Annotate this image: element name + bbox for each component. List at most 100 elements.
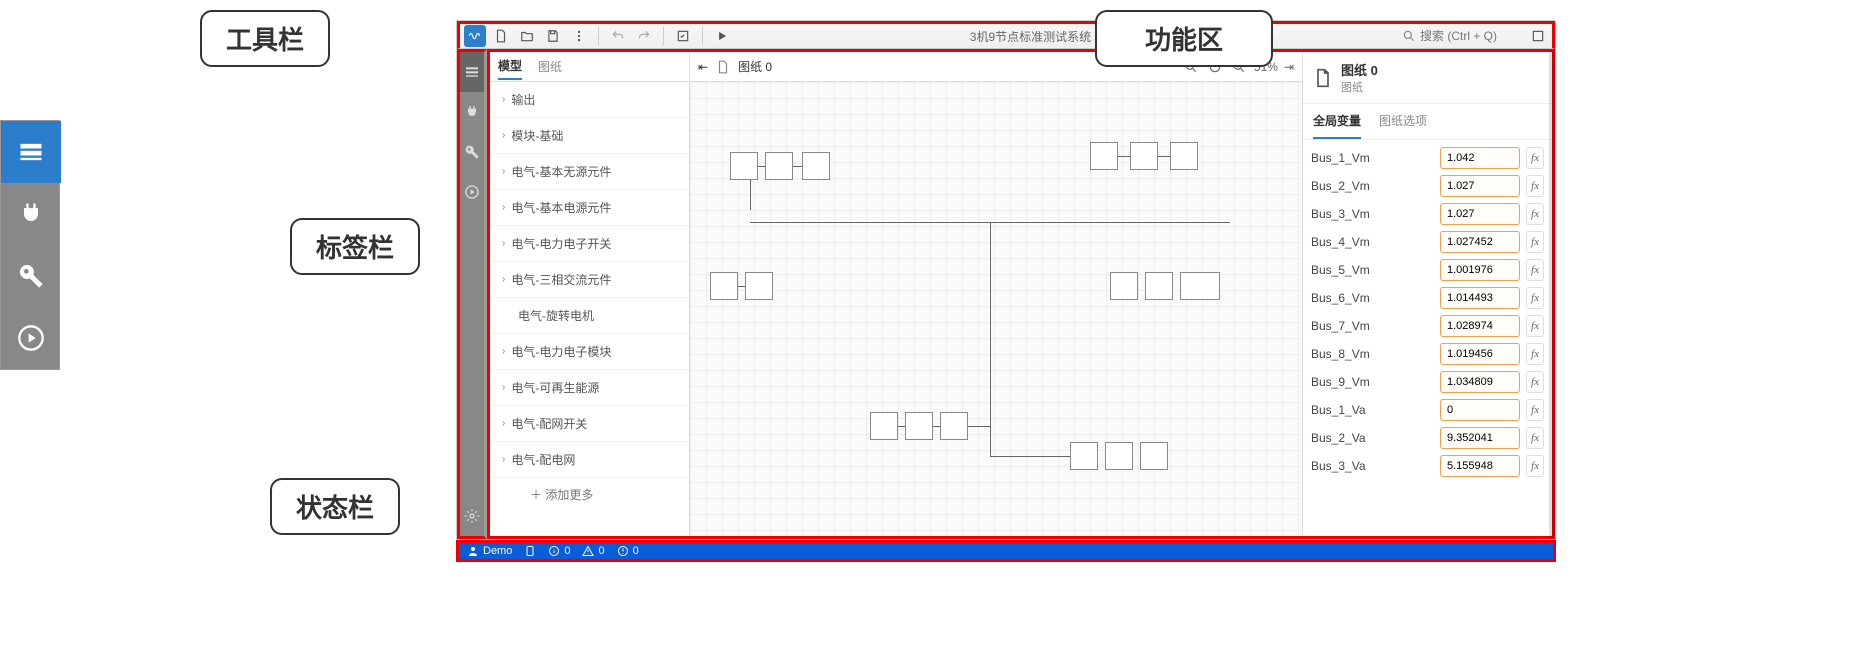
detached-tab-play[interactable] bbox=[1, 307, 61, 369]
tree-tab-model[interactable]: 模型 bbox=[498, 53, 522, 80]
run-button[interactable] bbox=[711, 25, 733, 47]
redo-icon bbox=[637, 29, 651, 43]
status-user[interactable]: Demo bbox=[467, 545, 512, 557]
detached-tab-tools[interactable] bbox=[1, 245, 61, 307]
fullscreen-button[interactable] bbox=[1528, 26, 1548, 46]
tree-item[interactable]: ›电气-配电网 bbox=[490, 442, 689, 478]
tree-item[interactable]: ›电气-基本无源元件 bbox=[490, 154, 689, 190]
circuit-block[interactable] bbox=[1090, 142, 1118, 170]
fx-button[interactable]: fx bbox=[1526, 203, 1544, 225]
prop-value-input[interactable] bbox=[1440, 371, 1520, 393]
circuit-block[interactable] bbox=[1140, 442, 1168, 470]
detached-tab-model[interactable] bbox=[1, 121, 61, 183]
circuit-block[interactable] bbox=[730, 152, 758, 180]
tree-item[interactable]: ›模块-基础 bbox=[490, 118, 689, 154]
prop-value-input[interactable] bbox=[1440, 427, 1520, 449]
circuit-block[interactable] bbox=[1110, 272, 1138, 300]
fx-button[interactable]: fx bbox=[1526, 455, 1544, 477]
fx-button[interactable]: fx bbox=[1526, 371, 1544, 393]
fx-button[interactable]: fx bbox=[1526, 147, 1544, 169]
props-tab-options[interactable]: 图纸选项 bbox=[1379, 104, 1427, 139]
fx-button[interactable]: fx bbox=[1526, 427, 1544, 449]
vtab-plug[interactable] bbox=[460, 92, 484, 132]
status-connection[interactable] bbox=[524, 545, 536, 557]
prop-value-input[interactable] bbox=[1440, 455, 1520, 477]
prop-value-input[interactable] bbox=[1440, 343, 1520, 365]
props-tab-globals[interactable]: 全局变量 bbox=[1313, 104, 1361, 139]
circuit-block[interactable] bbox=[1070, 442, 1098, 470]
circuit-block[interactable] bbox=[1145, 272, 1173, 300]
vtab-tools[interactable] bbox=[460, 132, 484, 172]
tree-item[interactable]: ›电气-可再生能源 bbox=[490, 370, 689, 406]
fx-button[interactable]: fx bbox=[1526, 259, 1544, 281]
prop-value-input[interactable] bbox=[1440, 175, 1520, 197]
global-vars-list[interactable]: Bus_1_VmfxBus_2_VmfxBus_3_VmfxBus_4_Vmfx… bbox=[1303, 140, 1552, 536]
prop-value-input[interactable] bbox=[1440, 147, 1520, 169]
app-logo[interactable] bbox=[464, 25, 486, 47]
tree-item[interactable]: ›电气-电力电子模块 bbox=[490, 334, 689, 370]
vtab-model[interactable] bbox=[460, 52, 484, 92]
prop-value-input[interactable] bbox=[1440, 203, 1520, 225]
fx-button[interactable]: fx bbox=[1526, 231, 1544, 253]
circuit-block[interactable] bbox=[802, 152, 830, 180]
circuit-block[interactable] bbox=[710, 272, 738, 300]
tree-item-label: 输出 bbox=[511, 91, 535, 108]
tree-add-more[interactable]: ＋ 添加更多 bbox=[490, 478, 689, 511]
status-error[interactable]: 0 bbox=[617, 545, 639, 557]
undo-icon bbox=[611, 29, 625, 43]
canvas-area: ⇤ 图纸 0 51% ⇥ bbox=[690, 52, 1302, 536]
redo-button[interactable] bbox=[633, 25, 655, 47]
circuit-block[interactable] bbox=[765, 152, 793, 180]
checklist-button[interactable] bbox=[672, 25, 694, 47]
save-button[interactable] bbox=[542, 25, 564, 47]
undo-button[interactable] bbox=[607, 25, 629, 47]
circuit-block[interactable] bbox=[940, 412, 968, 440]
search-input[interactable] bbox=[1420, 29, 1520, 43]
tree-item[interactable]: ›电气-基本电源元件 bbox=[490, 190, 689, 226]
prop-value-input[interactable] bbox=[1440, 231, 1520, 253]
model-tree-list[interactable]: ›输出 ›模块-基础 ›电气-基本无源元件 ›电气-基本电源元件 ›电气-电力电… bbox=[490, 82, 689, 536]
chevron-right-icon: › bbox=[502, 238, 505, 249]
canvas-tab-label[interactable]: 图纸 0 bbox=[738, 58, 772, 75]
fx-button[interactable]: fx bbox=[1526, 287, 1544, 309]
more-menu-button[interactable] bbox=[568, 25, 590, 47]
circuit-block[interactable] bbox=[1180, 272, 1220, 300]
vtab-play[interactable] bbox=[460, 172, 484, 212]
fx-button[interactable]: fx bbox=[1526, 175, 1544, 197]
prop-value-input[interactable] bbox=[1440, 315, 1520, 337]
circuit-block[interactable] bbox=[1105, 442, 1133, 470]
tree-item[interactable]: ›电气-电力电子开关 bbox=[490, 226, 689, 262]
circuit-block[interactable] bbox=[1170, 142, 1198, 170]
tree-item[interactable]: ›电气-配网开关 bbox=[490, 406, 689, 442]
dock-right-icon[interactable]: ⇥ bbox=[1284, 60, 1294, 74]
props-title: 图纸 0 bbox=[1341, 60, 1378, 79]
circuit-block[interactable] bbox=[745, 272, 773, 300]
tree-item[interactable]: 电气-旋转电机 bbox=[490, 298, 689, 334]
circuit-block[interactable] bbox=[905, 412, 933, 440]
detached-tab-plug[interactable] bbox=[1, 183, 61, 245]
tree-item[interactable]: ›输出 bbox=[490, 82, 689, 118]
search-box[interactable] bbox=[1394, 29, 1528, 43]
circuit-block[interactable] bbox=[870, 412, 898, 440]
callout-ribbon: 功能区 bbox=[1095, 10, 1273, 67]
tree-tab-sheet[interactable]: 图纸 bbox=[538, 54, 562, 79]
tree-item[interactable]: ›电气-三相交流元件 bbox=[490, 262, 689, 298]
tree-item-label: 电气-基本无源元件 bbox=[511, 163, 611, 180]
fx-button[interactable]: fx bbox=[1526, 343, 1544, 365]
new-file-button[interactable] bbox=[490, 25, 512, 47]
scrollbar[interactable] bbox=[1549, 51, 1555, 539]
prop-value-input[interactable] bbox=[1440, 287, 1520, 309]
prop-value-input[interactable] bbox=[1440, 399, 1520, 421]
circuit-block[interactable] bbox=[1130, 142, 1158, 170]
status-info[interactable]: 0 bbox=[548, 545, 570, 557]
dock-left-icon[interactable]: ⇤ bbox=[698, 60, 708, 74]
status-warn[interactable]: 0 bbox=[582, 545, 604, 557]
prop-value-input[interactable] bbox=[1440, 259, 1520, 281]
open-file-button[interactable] bbox=[516, 25, 538, 47]
vtab-settings[interactable] bbox=[460, 496, 484, 536]
fx-button[interactable]: fx bbox=[1526, 399, 1544, 421]
status-warn-count: 0 bbox=[598, 545, 604, 557]
prop-row: Bus_1_Vmfx bbox=[1311, 144, 1544, 172]
fx-button[interactable]: fx bbox=[1526, 315, 1544, 337]
schematic-canvas[interactable] bbox=[690, 82, 1302, 536]
